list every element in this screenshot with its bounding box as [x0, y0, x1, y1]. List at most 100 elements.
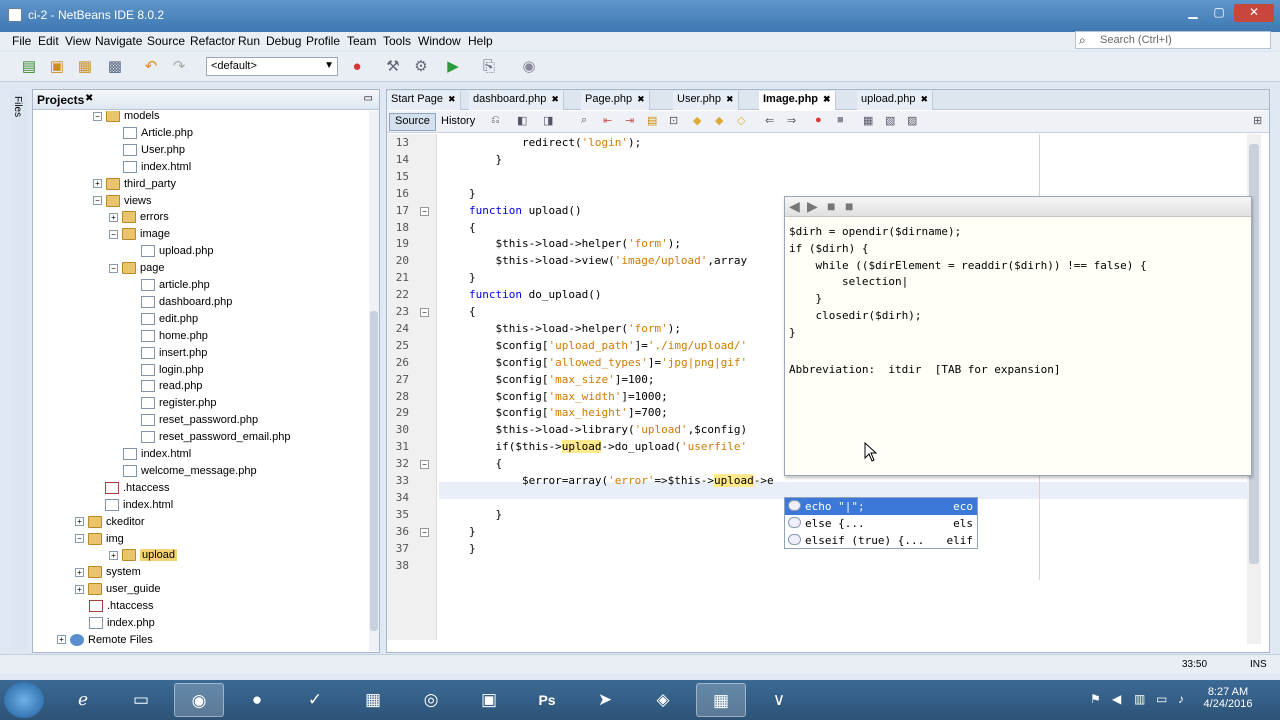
file-explorer-icon[interactable]: ▭	[116, 683, 166, 717]
clean-build-icon[interactable]: ⚙	[410, 56, 432, 78]
redo-icon[interactable]: ↷	[168, 56, 190, 78]
tree-item[interactable]: index.html	[123, 160, 191, 178]
tab-dashboard-php[interactable]: dashboard.php ✖	[469, 91, 564, 110]
tree-item[interactable]: .htaccess	[105, 481, 169, 499]
media-player-icon[interactable]: ◎	[406, 683, 456, 717]
find-previous-icon[interactable]: ⇤	[603, 114, 612, 127]
close-tab-icon[interactable]: ✖	[551, 94, 559, 104]
find-next-icon[interactable]: ⇥	[625, 114, 634, 127]
tree-item[interactable]: .htaccess	[89, 600, 153, 617]
back-arrow-icon[interactable]: ◀	[789, 198, 800, 215]
netbeans-icon[interactable]: ◈	[638, 683, 688, 717]
battery-icon[interactable]: ▭	[1156, 692, 1167, 706]
tree-item[interactable]: welcome_message.php	[123, 464, 257, 482]
close-tab-icon[interactable]: ✖	[448, 94, 456, 104]
find-icon[interactable]: ⌕	[581, 114, 587, 127]
debug-icon[interactable]: ⎘	[478, 56, 500, 78]
menu-debug[interactable]: Debug	[266, 34, 301, 48]
source-button[interactable]: Source	[389, 113, 436, 131]
tree-item[interactable]: dashboard.php	[141, 295, 232, 313]
tree-item[interactable]: User.php	[123, 143, 185, 161]
go-to-source-icon[interactable]: ■	[845, 198, 853, 214]
tree-item[interactable]: index.php	[89, 617, 155, 634]
fold-icon[interactable]: −	[420, 206, 429, 216]
build-icon[interactable]: ⚒	[382, 56, 404, 78]
forward-arrow-icon[interactable]: ▶	[807, 198, 818, 215]
tree-item[interactable]: − page	[109, 262, 164, 279]
menu-run[interactable]: Run	[238, 34, 260, 48]
tree-item[interactable]: home.php	[141, 329, 208, 347]
fold-icon[interactable]: −	[420, 527, 429, 537]
stop-macro-icon[interactable]: ■	[837, 114, 844, 126]
expand-icon[interactable]: +	[109, 550, 118, 560]
open-browser-icon[interactable]: ■	[827, 198, 835, 214]
menu-refactor[interactable]: Refactor	[190, 34, 235, 48]
menu-file[interactable]: File	[12, 34, 31, 48]
forward-icon[interactable]: ◨	[543, 114, 553, 127]
open-project-icon[interactable]: ▦	[74, 56, 96, 78]
flag-icon[interactable]: ⚑	[1090, 692, 1101, 706]
tree-item[interactable]: index.html	[123, 448, 191, 465]
files-window-tab[interactable]: Files	[12, 96, 23, 117]
tree-item[interactable]: + system	[75, 566, 141, 583]
close-button[interactable]: ✕	[1234, 4, 1274, 22]
tree-item[interactable]: + user_guide	[75, 583, 160, 600]
expand-icon[interactable]: +	[93, 179, 102, 189]
completion-item[interactable]: else {... els	[785, 515, 977, 532]
speaker-icon[interactable]: ♪	[1178, 692, 1184, 706]
prev-bookmark-icon[interactable]: ◆	[693, 114, 701, 127]
history-button[interactable]: History	[435, 113, 481, 131]
completion-item[interactable]: echo "|"; eco	[785, 498, 977, 515]
collapse-icon[interactable]: −	[109, 263, 118, 273]
menu-navigate[interactable]: Navigate	[95, 34, 142, 48]
browser-icon[interactable]: ●	[346, 56, 368, 78]
tree-item[interactable]: + upload	[109, 549, 178, 566]
minimize-panel-icon[interactable]: ▭	[364, 93, 373, 104]
tree-item[interactable]: − models	[93, 111, 159, 127]
menu-profile[interactable]: Profile	[306, 34, 340, 48]
tab-upload-php[interactable]: upload.php ✖	[857, 91, 933, 110]
network-icon[interactable]: ▥	[1134, 692, 1145, 706]
menu-edit[interactable]: Edit	[38, 34, 59, 48]
menu-source[interactable]: Source	[147, 34, 185, 48]
format-icon[interactable]: ▨	[907, 114, 917, 127]
app-icon[interactable]: ▦	[348, 683, 398, 717]
menu-help[interactable]: Help	[468, 34, 493, 48]
expand-icon[interactable]: +	[57, 635, 66, 645]
new-project-icon[interactable]: ▣	[46, 56, 68, 78]
tree-item[interactable]: read.php	[141, 380, 202, 397]
menu-view[interactable]: View	[65, 34, 91, 48]
selection-icon[interactable]: ⊡	[669, 114, 678, 127]
collapse-icon[interactable]: −	[75, 534, 84, 544]
tree-item[interactable]: reset_password.php	[141, 414, 258, 431]
tree-item[interactable]: − views	[93, 194, 152, 212]
fold-icon[interactable]: −	[420, 308, 429, 317]
close-tab-icon[interactable]: ✖	[726, 94, 734, 104]
undo-icon[interactable]: ↶	[140, 56, 162, 78]
code-completion-list[interactable]: echo "|"; eco else {... els elseif (true) {.…	[784, 497, 978, 549]
new-file-icon[interactable]: ▤	[18, 56, 40, 78]
tree-item[interactable]: + Remote Files	[57, 633, 153, 651]
tree-item[interactable]: register.php	[141, 397, 216, 414]
app-icon[interactable]: ▦	[696, 683, 746, 717]
last-edit-icon[interactable]: ⎌	[491, 114, 500, 127]
close-tab-icon[interactable]: ✖	[823, 94, 831, 104]
tab-user-php[interactable]: User.php ✖	[673, 91, 739, 110]
photoshop-icon[interactable]: Ps	[522, 683, 572, 717]
chrome-icon[interactable]: ◉	[174, 683, 224, 717]
tree-item[interactable]: + third_party	[93, 177, 176, 195]
profile-icon[interactable]: ◉	[518, 56, 540, 78]
expand-icon[interactable]: +	[75, 517, 84, 527]
projects-tab[interactable]: Projects	[37, 93, 84, 107]
toggle-highlight-icon[interactable]: ▤	[647, 114, 657, 127]
tree-item[interactable]: − img	[75, 532, 124, 550]
telegram-icon[interactable]: ➤	[580, 683, 630, 717]
configuration-select[interactable]: <default> ▼	[206, 57, 338, 76]
app-icon[interactable]: ✓	[290, 683, 340, 717]
menu-tools[interactable]: Tools	[383, 34, 411, 48]
internet-explorer-icon[interactable]: ℯ	[58, 683, 108, 717]
minimize-button[interactable]: ▁	[1180, 4, 1206, 22]
next-bookmark-icon[interactable]: ◆	[715, 114, 723, 127]
expand-icon[interactable]: +	[75, 567, 84, 577]
volume-icon[interactable]: ◀	[1112, 692, 1121, 706]
